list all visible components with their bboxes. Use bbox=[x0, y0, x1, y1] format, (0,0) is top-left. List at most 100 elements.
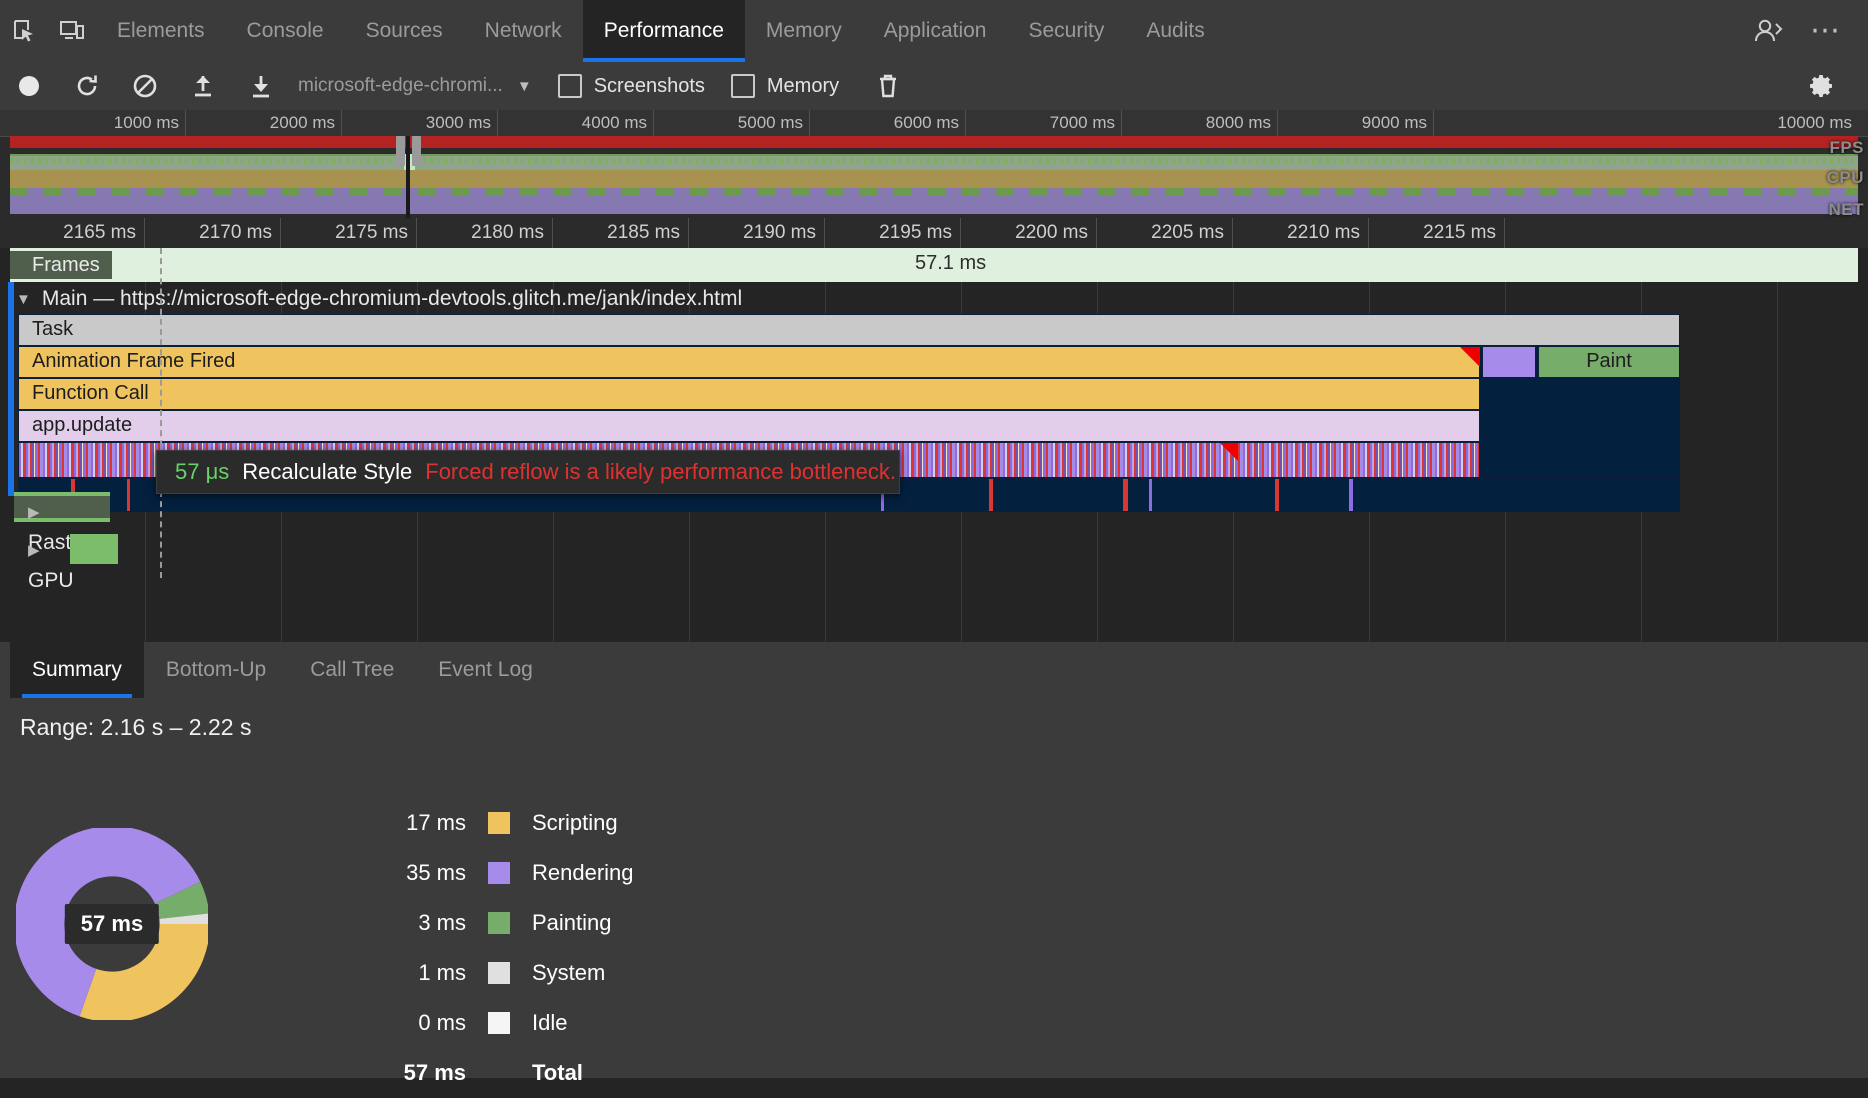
account-icon[interactable] bbox=[1744, 11, 1792, 51]
band-label-fps: FPS bbox=[1829, 138, 1864, 158]
load-profile-icon[interactable] bbox=[174, 62, 232, 110]
tab-memory[interactable]: Memory bbox=[745, 0, 863, 62]
overview-tick: 3000 ms bbox=[342, 110, 498, 136]
flame-bar-app-update[interactable]: app.update bbox=[18, 410, 1480, 442]
tab-application[interactable]: Application bbox=[863, 0, 1008, 62]
tabstrip-right-controls: ⋯ bbox=[1744, 11, 1868, 51]
range-label: Range: 2.16 s – 2.22 s bbox=[20, 714, 251, 741]
screenshots-checkbox[interactable]: Screenshots bbox=[558, 74, 705, 98]
performance-toolbar: microsoft-edge-chromi... ▼ Screenshots M… bbox=[0, 62, 1868, 111]
overview-tick: 4000 ms bbox=[498, 110, 654, 136]
flame-bar-paint[interactable]: Paint bbox=[1538, 346, 1680, 378]
flame-chart[interactable]: Frames 57.1 ms ▼ Main — https://microsof… bbox=[0, 248, 1868, 642]
legend-swatch-total bbox=[488, 1062, 510, 1084]
tab-security[interactable]: Security bbox=[1007, 0, 1125, 62]
detail-timeline-ruler: 2165 ms 2170 ms 2175 ms 2180 ms 2185 ms … bbox=[0, 218, 1868, 249]
summary-legend: 17 ms Scripting 35 ms Rendering 3 ms Pai… bbox=[370, 798, 634, 1098]
chevron-down-icon[interactable]: ▼ bbox=[517, 78, 532, 95]
overview-tick: 1000 ms bbox=[10, 110, 186, 136]
legend-row-painting[interactable]: 3 ms Painting bbox=[370, 898, 634, 948]
tab-performance[interactable]: Performance bbox=[583, 0, 745, 62]
tab-network[interactable]: Network bbox=[464, 0, 583, 62]
legend-value: 1 ms bbox=[370, 960, 466, 986]
tab-bottom-up[interactable]: Bottom-Up bbox=[144, 642, 288, 698]
gpu-activity-bar[interactable] bbox=[70, 534, 118, 564]
legend-label: Rendering bbox=[532, 860, 634, 886]
tab-sources[interactable]: Sources bbox=[345, 0, 464, 62]
overview-tick: 6000 ms bbox=[810, 110, 966, 136]
flame-bar-rendering[interactable] bbox=[1482, 346, 1536, 378]
device-toolbar-icon[interactable] bbox=[48, 11, 96, 51]
devtools-window: Elements Console Sources Network Perform… bbox=[0, 0, 1868, 1078]
collect-garbage-icon[interactable] bbox=[859, 62, 917, 110]
overview-tick: 7000 ms bbox=[966, 110, 1122, 136]
frames-track[interactable]: Frames 57.1 ms bbox=[10, 248, 1858, 282]
tab-elements[interactable]: Elements bbox=[96, 0, 226, 62]
event-tooltip: 57 μs Recalculate Style Forced reflow is… bbox=[156, 450, 900, 494]
legend-value: 3 ms bbox=[370, 910, 466, 936]
band-label-net: NET bbox=[1829, 200, 1865, 218]
clear-recording-icon[interactable] bbox=[116, 62, 174, 110]
detail-tick: 2195 ms bbox=[825, 218, 961, 248]
legend-label: System bbox=[532, 960, 605, 986]
detail-tick: 2215 ms bbox=[1369, 218, 1505, 248]
legend-label: Scripting bbox=[532, 810, 618, 836]
inspect-element-icon[interactable] bbox=[0, 11, 48, 51]
donut-total-label: 57 ms bbox=[65, 904, 159, 944]
detail-tick: 2185 ms bbox=[553, 218, 689, 248]
cpu-painting-area bbox=[10, 188, 1858, 196]
tab-console[interactable]: Console bbox=[226, 0, 345, 62]
chevron-right-icon[interactable]: ▶ bbox=[28, 498, 40, 528]
network-overview-bar bbox=[10, 136, 1858, 148]
legend-row-system[interactable]: 1 ms System bbox=[370, 948, 634, 998]
overview-tick: 8000 ms bbox=[1122, 110, 1278, 136]
legend-row-idle[interactable]: 0 ms Idle bbox=[370, 998, 634, 1048]
flame-bar-function-call[interactable]: Function Call bbox=[18, 378, 1480, 410]
profile-name-label[interactable]: microsoft-edge-chromi... bbox=[298, 75, 503, 97]
tab-audits[interactable]: Audits bbox=[1125, 0, 1225, 62]
overview-right-handle[interactable] bbox=[412, 136, 421, 166]
frames-track-label[interactable]: Frames bbox=[10, 251, 112, 279]
timeline-overview[interactable]: 1000 ms 2000 ms 3000 ms 4000 ms 5000 ms … bbox=[0, 110, 1868, 218]
chevron-down-icon[interactable]: ▼ bbox=[16, 291, 31, 308]
flame-bar-animation-frame-fired[interactable]: Animation Frame Fired bbox=[18, 346, 1480, 378]
detail-tick: 2175 ms bbox=[281, 218, 417, 248]
fps-dots bbox=[10, 158, 1858, 163]
detail-tick: 2170 ms bbox=[145, 218, 281, 248]
memory-checkbox[interactable]: Memory bbox=[731, 74, 839, 98]
save-profile-icon[interactable] bbox=[232, 62, 290, 110]
more-options-button[interactable]: ⋯ bbox=[1798, 16, 1854, 46]
cpu-scripting-area bbox=[10, 170, 1858, 190]
overview-tick: 2000 ms bbox=[186, 110, 342, 136]
overview-left-handle[interactable] bbox=[396, 136, 405, 166]
legend-swatch-system bbox=[488, 962, 510, 984]
reload-and-record-icon[interactable] bbox=[58, 62, 116, 110]
overview-cursor[interactable] bbox=[406, 136, 410, 218]
overview-tick: 10000 ms bbox=[1434, 110, 1858, 136]
summary-panel: Range: 2.16 s – 2.22 s 57 ms 1 bbox=[0, 698, 1868, 1078]
main-track-header[interactable]: ▼ Main — https://microsoft-edge-chromium… bbox=[0, 282, 1868, 316]
flame-bar-task[interactable]: Task bbox=[18, 314, 1680, 346]
overview-tick: 5000 ms bbox=[654, 110, 810, 136]
tab-event-log[interactable]: Event Log bbox=[416, 642, 555, 698]
tab-summary[interactable]: Summary bbox=[10, 642, 144, 698]
legend-value: 17 ms bbox=[370, 810, 466, 836]
warning-triangle-icon bbox=[1460, 347, 1480, 367]
record-icon[interactable] bbox=[0, 62, 58, 110]
settings-gear-icon[interactable] bbox=[1792, 62, 1850, 110]
legend-swatch-rendering bbox=[488, 862, 510, 884]
tab-call-tree[interactable]: Call Tree bbox=[288, 642, 416, 698]
chevron-right-icon[interactable]: ▶ bbox=[28, 536, 40, 566]
toolbar-right-controls bbox=[1792, 62, 1868, 110]
summary-donut-chart: 57 ms bbox=[16, 828, 208, 1020]
raster-track-header[interactable]: ▶Raster bbox=[14, 492, 110, 522]
devtools-tabstrip: Elements Console Sources Network Perform… bbox=[0, 0, 1868, 63]
details-drawer: Summary Bottom-Up Call Tree Event Log Ra… bbox=[0, 642, 1868, 1078]
legend-value: 0 ms bbox=[370, 1010, 466, 1036]
legend-row-rendering[interactable]: 35 ms Rendering bbox=[370, 848, 634, 898]
legend-row-scripting[interactable]: 17 ms Scripting bbox=[370, 798, 634, 848]
memory-checkbox-box[interactable] bbox=[731, 74, 755, 98]
detail-tick: 2165 ms bbox=[10, 218, 145, 248]
screenshots-checkbox-box[interactable] bbox=[558, 74, 582, 98]
overview-tick: 9000 ms bbox=[1278, 110, 1434, 136]
